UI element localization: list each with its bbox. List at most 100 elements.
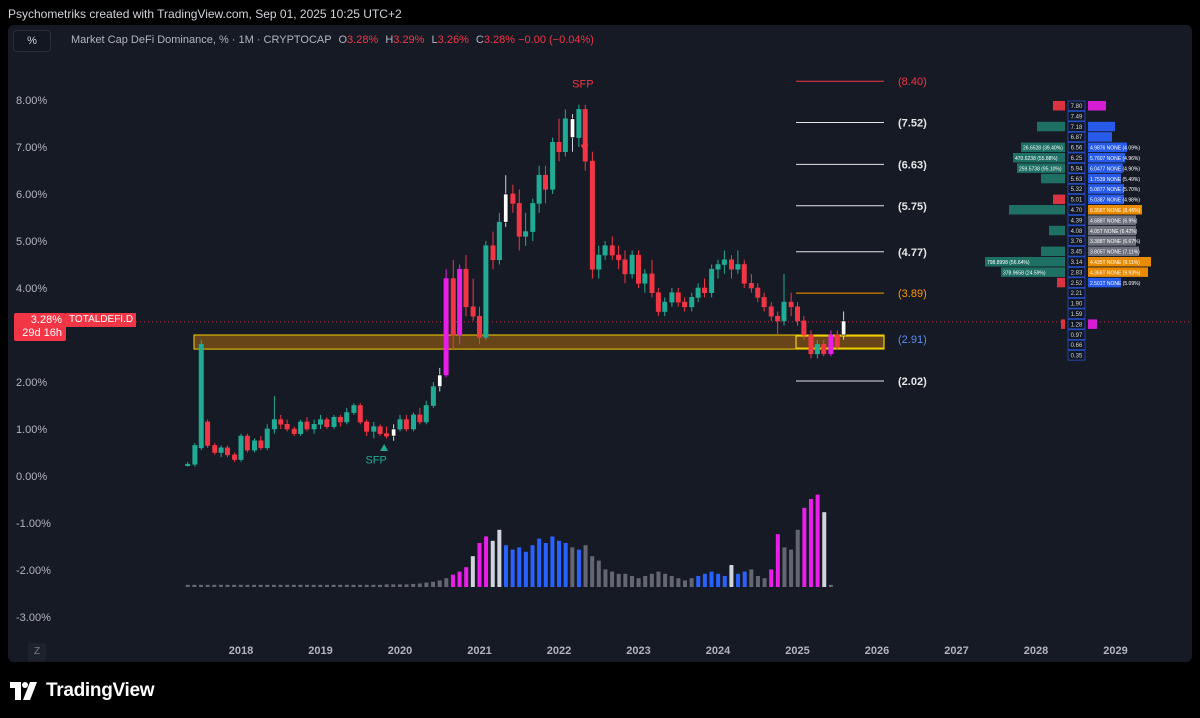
volume-bar xyxy=(185,584,190,587)
candle-body xyxy=(437,374,443,388)
profile-right-text: 4.366T NONE (9.93%) xyxy=(1090,270,1141,276)
volume-bar xyxy=(610,571,615,587)
profile-level-label: 7.49 xyxy=(1071,114,1083,120)
volume-bar xyxy=(663,573,668,587)
profile-level-label: 3.14 xyxy=(1071,260,1083,266)
volume-bar xyxy=(775,534,780,587)
profile-left-bar xyxy=(1053,194,1065,205)
candle-body xyxy=(264,428,270,449)
profile-level-label: 6.25 xyxy=(1071,156,1083,162)
volume-bar xyxy=(550,536,555,587)
profile-left-bar xyxy=(1053,101,1065,111)
volume-bar xyxy=(557,540,562,587)
profile-right-bar xyxy=(1088,121,1115,132)
y-tick-label: 5.00% xyxy=(16,236,47,248)
profile-left-bar xyxy=(1049,225,1065,236)
x-tick-label: 2018 xyxy=(229,645,253,657)
candle-body xyxy=(582,109,588,162)
volume-bar xyxy=(411,583,416,587)
profile-level-label: 4.08 xyxy=(1071,229,1083,235)
chart-canvas[interactable]: 8.00%7.00%6.00%5.00%4.00%3.00%2.00%1.00%… xyxy=(8,25,1192,662)
volume-bar xyxy=(643,576,648,587)
candle xyxy=(761,292,767,312)
candle-body xyxy=(536,174,542,204)
candle-body xyxy=(397,419,403,430)
x-tick-label: 2022 xyxy=(547,645,571,657)
candle xyxy=(530,198,536,241)
candle xyxy=(635,250,641,288)
candle-body xyxy=(198,344,204,449)
candle-body xyxy=(317,419,323,425)
candle xyxy=(622,250,628,284)
x-tick-label: 2029 xyxy=(1103,645,1127,657)
volume-bar xyxy=(252,584,257,587)
candle xyxy=(729,255,735,279)
candle-body xyxy=(662,301,668,312)
chart-pane[interactable]: 8.00%7.00%6.00%5.00%4.00%3.00%2.00%1.00%… xyxy=(8,25,1192,662)
candle xyxy=(371,421,377,439)
candle xyxy=(311,419,317,434)
candle-body xyxy=(828,334,834,355)
candle-body xyxy=(218,447,224,453)
profile-right-bar xyxy=(1088,101,1106,111)
volume-bar xyxy=(822,512,827,587)
y-tick-label: -2.00% xyxy=(16,565,51,577)
legend-title: Market Cap DeFi Dominance, % · 1M · CRYP… xyxy=(71,34,332,46)
profile-left-text: 378.9658 (24.59%) xyxy=(1003,270,1046,276)
candle xyxy=(483,241,489,340)
volume-bar xyxy=(543,543,548,587)
volume-bar xyxy=(291,584,296,587)
candle xyxy=(682,297,688,312)
volume-bar xyxy=(311,584,316,587)
candle-body xyxy=(556,142,562,153)
fib-level-label: (4.77) xyxy=(898,247,927,259)
y-tick-label: 8.00% xyxy=(16,95,47,107)
candle-body xyxy=(291,428,297,434)
volume-bar xyxy=(802,507,807,587)
candle-body xyxy=(821,344,827,355)
volume-bar xyxy=(702,573,707,587)
volume-bar xyxy=(344,584,349,587)
candle xyxy=(364,419,370,437)
candle xyxy=(781,273,787,326)
candle-body xyxy=(496,221,502,261)
volume-bar xyxy=(769,569,774,587)
candle xyxy=(649,259,655,298)
candle xyxy=(675,288,681,307)
candle-body xyxy=(781,301,787,322)
candle xyxy=(271,396,277,434)
profile-level-label: 4.70 xyxy=(1071,208,1083,214)
candle xyxy=(755,283,761,303)
y-tick-label: 6.00% xyxy=(16,189,47,201)
volume-bar xyxy=(318,584,323,587)
zoom-reset-button[interactable]: Z xyxy=(28,643,46,661)
profile-left-text: 470.6238 (55.88%) xyxy=(1015,156,1058,162)
candle xyxy=(721,250,727,274)
bar-countdown: 29d 16h xyxy=(22,327,62,339)
candle xyxy=(357,403,363,425)
candle xyxy=(496,212,502,265)
candle xyxy=(662,297,668,317)
volume-bar xyxy=(808,499,813,587)
volume-bar xyxy=(716,573,721,587)
volume-bar xyxy=(490,540,495,587)
candle xyxy=(185,461,191,467)
sfp-annotation: SFP xyxy=(572,79,593,91)
candle xyxy=(536,165,542,213)
candle xyxy=(768,302,774,321)
candle-body xyxy=(304,421,310,430)
candle-body xyxy=(542,174,548,190)
percent-scale-button[interactable]: % xyxy=(13,30,51,52)
candle-body xyxy=(562,118,568,153)
volume-bar xyxy=(762,578,767,587)
candle-body xyxy=(550,142,556,190)
volume-bar xyxy=(497,529,502,587)
volume-bar xyxy=(789,549,794,587)
profile-level-label: 4.39 xyxy=(1071,218,1083,224)
candle xyxy=(794,302,800,326)
candle xyxy=(550,137,556,194)
volume-bar xyxy=(371,584,376,587)
y-tick-label: -3.00% xyxy=(16,612,51,624)
volume-bar xyxy=(503,545,508,587)
y-tick-label: 2.00% xyxy=(16,377,47,389)
